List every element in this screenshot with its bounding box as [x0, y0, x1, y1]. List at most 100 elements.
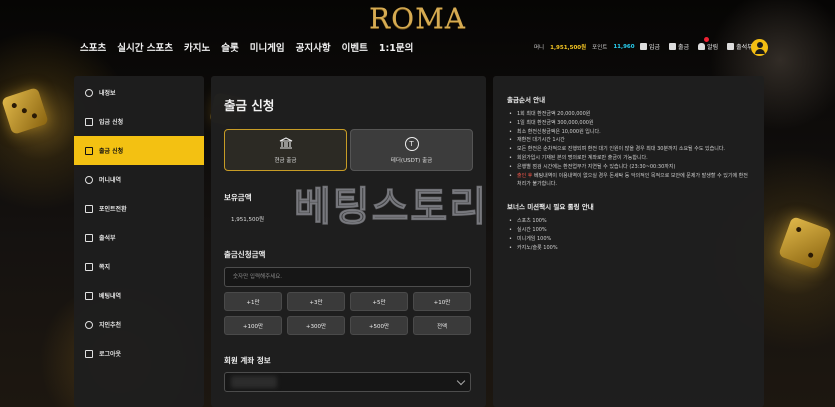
method-usdt-label: 테더(USDT) 출금: [390, 157, 433, 164]
logout-icon: [85, 349, 93, 358]
list-icon: [85, 291, 93, 300]
sidebar-item-withdraw[interactable]: 출금 신청: [74, 136, 204, 165]
wallet-summary: 머니 1,951,500원 포인트 11,960: [534, 43, 635, 51]
account-label: 회원 계좌 정보: [224, 356, 271, 365]
quick-add-30k-button[interactable]: +3만: [287, 292, 345, 311]
bank-icon: [279, 137, 293, 151]
account-select[interactable]: [224, 372, 471, 392]
amount-label: 출금신청금액: [224, 250, 266, 259]
withdraw-info-panel: 출금순서 안내 1회 최대 환전금액 20,000,000원 1일 최대 환전금…: [493, 76, 764, 407]
nav-slot[interactable]: 슬롯: [221, 40, 238, 54]
cash-value: 1,951,500원: [550, 45, 587, 51]
method-krw-label: 현금 출금: [274, 157, 297, 164]
info-item: 재환전 대기시간 1시간: [507, 136, 750, 145]
sidebar-item-deposit[interactable]: 입금 신청: [74, 107, 204, 136]
withdraw-label: 출금: [678, 44, 690, 51]
deposit-button[interactable]: 입금: [640, 42, 660, 51]
sidebar-item-label: 출석부: [99, 235, 116, 242]
sidebar-item-label: 베팅내역: [99, 293, 122, 300]
quick-add-10k-button[interactable]: +1만: [224, 292, 282, 311]
sidebar-item-label: 입금 신청: [99, 119, 124, 126]
quick-add-1m-button[interactable]: +100만: [224, 316, 282, 335]
info-item: 최소 환전신청금액은 10,000원 입니다.: [507, 128, 750, 137]
alarm-button[interactable]: 알림: [698, 37, 719, 51]
deposit-icon: [640, 43, 647, 50]
nav-casino[interactable]: 카지노: [184, 40, 210, 54]
point-label: 포인트: [592, 45, 608, 51]
avatar[interactable]: [751, 39, 768, 56]
account-value-redacted: [231, 376, 277, 388]
quick-amount-buttons: +1만 +3만 +5만 +10만 +100만 +300만 +500만 전액: [224, 292, 471, 335]
nav-live-sports[interactable]: 실시간 스포츠: [117, 40, 173, 54]
chevron-down-icon: [456, 376, 466, 386]
warning-text: 베팅내역이 이용내역이 없으실 경우 돈세탁 등 악의적인 목적으로 보안에 문…: [517, 172, 748, 188]
quick-full-amount-button[interactable]: 전액: [413, 316, 471, 335]
quick-add-50k-button[interactable]: +5만: [350, 292, 408, 311]
info-list: 1회 최대 환전금액 20,000,000원 1일 최대 환전금액 300,00…: [507, 110, 750, 189]
attendance-button[interactable]: 출석부: [727, 42, 753, 51]
info-item: 회원가입시 기재된 본의 명의로만 계좌로만 출금이 가능합니다.: [507, 154, 750, 163]
sidebar-item-bet-history[interactable]: 베팅내역: [74, 281, 204, 310]
sidebar-item-money-history[interactable]: 머니내역: [74, 165, 204, 194]
rolling-list: 스포츠 100% 실시간 100% 미니게임 100% 카지노/슬롯 100%: [507, 217, 750, 252]
nav-inquiry[interactable]: 1:1문의: [379, 40, 414, 54]
user-icon: [85, 88, 93, 97]
sidebar-item-logout[interactable]: 로그아웃: [74, 339, 204, 368]
info-item: 1회 최대 환전금액 20,000,000원: [507, 110, 750, 119]
withdraw-icon: [669, 43, 677, 50]
tether-icon: T: [404, 136, 419, 151]
deposit-label: 입금: [649, 44, 661, 51]
main-nav: 스포츠 실시간 스포츠 카지노 슬롯 미니게임 공지사항 이벤트 1:1문의: [80, 40, 413, 54]
mail-icon: [85, 262, 93, 271]
info-item: 모든 환전은 순차적으로 진행되며 환전 대기 인원이 많을 경우 최대 30분…: [507, 145, 750, 154]
sidebar-item-label: 출금 신청: [99, 148, 124, 155]
withdraw-icon: [85, 146, 93, 155]
exchange-icon: [85, 204, 93, 213]
amount-input[interactable]: [224, 267, 471, 287]
header: ROMA 스포츠 실시간 스포츠 카지노 슬롯 미니게임 공지사항 이벤트 1:…: [0, 0, 835, 68]
bell-icon: [698, 43, 706, 50]
nav-sports[interactable]: 스포츠: [80, 40, 106, 54]
rolling-item: 미니게임 100%: [507, 235, 750, 244]
calendar-icon: [727, 43, 735, 50]
balance-label: 보유금액: [224, 193, 252, 202]
cash-label: 머니: [534, 45, 545, 51]
sidebar-item-my-info[interactable]: 내정보: [74, 78, 204, 107]
rolling-item: 스포츠 100%: [507, 217, 750, 226]
alarm-label: 알림: [707, 44, 719, 51]
quick-add-3m-button[interactable]: +300만: [287, 316, 345, 335]
withdraw-button[interactable]: 출금: [669, 42, 689, 51]
deposit-icon: [85, 117, 93, 126]
method-krw-button[interactable]: 현금 출금: [224, 129, 347, 171]
nav-notice[interactable]: 공지사항: [296, 40, 331, 54]
sidebar-item-attendance[interactable]: 출석부: [74, 223, 204, 252]
sidebar-item-label: 지인추천: [99, 322, 122, 329]
nav-event[interactable]: 이벤트: [342, 40, 368, 54]
clock-icon: [85, 175, 93, 184]
users-icon: [85, 320, 93, 329]
sidebar-item-messages[interactable]: 쪽지: [74, 252, 204, 281]
sidebar-item-point-exchange[interactable]: 포인트전환: [74, 194, 204, 223]
calendar-icon: [85, 233, 93, 242]
balance-value: 1,951,500원: [231, 217, 265, 223]
warning-prefix: 출인 후: [517, 172, 533, 179]
sidebar-item-label: 내정보: [99, 90, 116, 97]
info-item: 은행별 점검 시간에는 환전업무가 지연될 수 있습니다 (23:30~00:3…: [507, 163, 750, 172]
sidebar-item-label: 머니내역: [99, 177, 122, 184]
sidebar-item-label: 포인트전환: [99, 206, 127, 213]
nav-minigame[interactable]: 미니게임: [250, 40, 285, 54]
sidebar-item-label: 로그아웃: [99, 351, 122, 358]
rolling-title: 보너스 미션팩시 필요 롤링 안내: [507, 203, 594, 212]
info-title: 출금순서 안내: [507, 96, 546, 104]
info-item: 1일 최대 환전금액 300,000,000원: [507, 119, 750, 128]
site-logo[interactable]: ROMA: [0, 2, 835, 35]
sidebar-item-referral[interactable]: 지인추천: [74, 310, 204, 339]
withdraw-panel: 출금 신청 현금 출금 T 테더(USDT) 출금 보유금액 1,951,500…: [211, 76, 486, 407]
method-usdt-button[interactable]: T 테더(USDT) 출금: [350, 129, 473, 171]
point-value: 11,960: [613, 44, 635, 50]
info-item-warning: 출인 후 베팅내역이 이용내역이 없으실 경우 돈세탁 등 악의적인 목적으로 …: [507, 172, 750, 190]
page-title: 출금 신청: [224, 98, 275, 113]
rolling-item: 카지노/슬롯 100%: [507, 244, 750, 253]
quick-add-5m-button[interactable]: +500만: [350, 316, 408, 335]
quick-add-100k-button[interactable]: +10만: [413, 292, 471, 311]
